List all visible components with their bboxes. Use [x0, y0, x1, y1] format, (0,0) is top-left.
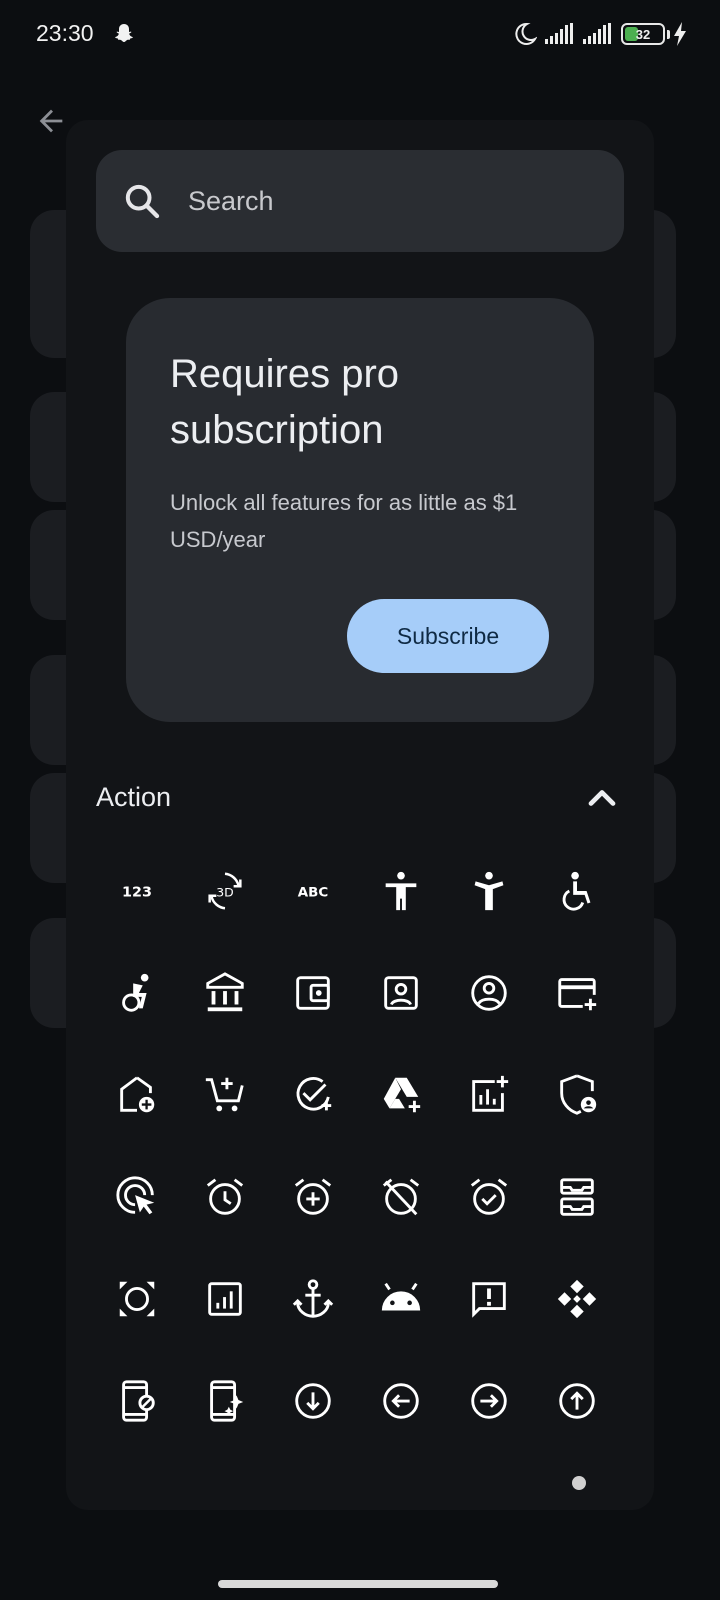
account-circle-icon — [471, 975, 507, 1011]
icon-cell[interactable] — [181, 1350, 269, 1452]
pro-title: Requires pro subscription — [170, 352, 400, 452]
icon-cell[interactable] — [93, 1248, 181, 1350]
alarm-off-icon — [382, 1178, 420, 1216]
arrow-circle-left-icon — [383, 1383, 419, 1419]
add-home-icon — [120, 1076, 155, 1113]
add-to-drive-icon — [383, 1077, 421, 1113]
icon-cell[interactable] — [357, 1248, 445, 1350]
alarm-add-icon — [294, 1178, 332, 1215]
accessible-forward-icon — [122, 973, 149, 1012]
arrow-circle-up-icon — [559, 1383, 595, 1419]
pro-subtitle: Unlock all features for as little as $1 … — [170, 490, 518, 552]
section-title: Action — [96, 782, 172, 812]
search-bar[interactable] — [96, 150, 624, 252]
anchor-icon — [292, 1279, 334, 1318]
charging-icon — [674, 22, 686, 46]
icon-cell[interactable]: 123 — [93, 840, 181, 942]
icon-cell[interactable] — [181, 1044, 269, 1146]
analytics-icon — [208, 1282, 242, 1316]
icon-cell[interactable] — [533, 1146, 621, 1248]
search-icon — [125, 184, 160, 219]
subscribe-button[interactable]: Subscribe — [347, 599, 549, 673]
icon-cell[interactable] — [357, 840, 445, 942]
alarm-on-icon — [470, 1178, 508, 1215]
icon-cell[interactable] — [357, 1044, 445, 1146]
all-out-icon — [119, 1281, 155, 1317]
icon-cell[interactable] — [445, 1248, 533, 1350]
icon-cell[interactable] — [533, 840, 621, 942]
icon-cell[interactable] — [269, 942, 357, 1044]
app-blocking-icon — [122, 1380, 155, 1422]
api-icon — [557, 1279, 597, 1319]
icon-cell[interactable] — [357, 1146, 445, 1248]
app-shortcut-icon — [210, 1380, 244, 1422]
icon-cell[interactable] — [445, 1044, 533, 1146]
add-task-icon — [296, 1077, 332, 1111]
status-bar: 23:30 32 — [0, 0, 720, 70]
status-icons: 32 — [513, 22, 670, 46]
icon-cell[interactable] — [269, 1146, 357, 1248]
icon-cell[interactable] — [181, 1248, 269, 1350]
arrow-circle-right-icon — [471, 1383, 507, 1419]
account-box-icon — [384, 976, 418, 1010]
moon-icon — [515, 22, 537, 45]
account-balance-icon — [206, 972, 244, 1012]
accessible-icon — [562, 871, 591, 911]
addchart-icon — [472, 1075, 509, 1112]
signal-icon — [583, 23, 611, 44]
3d-rotation-icon: 3D — [208, 872, 242, 910]
icon-cell[interactable] — [93, 1146, 181, 1248]
icon-cell[interactable] — [445, 942, 533, 1044]
arrow-circle-down-icon — [295, 1383, 331, 1419]
abc-glyph: ABC — [298, 886, 328, 901]
gesture-nav-handle[interactable] — [218, 1580, 498, 1588]
icon-cell[interactable] — [533, 1044, 621, 1146]
icon-cell[interactable] — [181, 942, 269, 1044]
scroll-indicator — [572, 1476, 586, 1490]
icon-cell[interactable] — [269, 1248, 357, 1350]
icon-picker-dialog: Requires pro subscription Unlock all fea… — [66, 120, 654, 1510]
icon-cell[interactable] — [445, 1350, 533, 1452]
icon-cell[interactable] — [445, 840, 533, 942]
announcement-icon — [472, 1282, 506, 1318]
abc-icon: ABC — [298, 886, 328, 901]
icon-cell[interactable] — [93, 1044, 181, 1146]
account-balance-wallet-icon — [296, 976, 330, 1010]
icon-cell[interactable] — [445, 1146, 533, 1248]
icon-cell[interactable]: ABC — [269, 840, 357, 942]
icon-cell[interactable]: 3D — [181, 840, 269, 942]
battery-icon: 32 — [621, 23, 665, 45]
back-arrow-icon[interactable] — [34, 104, 68, 138]
accessibility-icon — [385, 871, 417, 911]
123-icon: 123 — [122, 885, 152, 901]
icon-cell[interactable] — [533, 942, 621, 1044]
add-shopping-cart-icon — [205, 1077, 244, 1112]
signal-icon — [545, 23, 573, 44]
icon-cell[interactable] — [269, 1350, 357, 1452]
section-header-action[interactable]: Action — [96, 770, 624, 826]
search-input[interactable] — [188, 178, 588, 224]
icon-cell[interactable] — [269, 1044, 357, 1146]
icon-cell[interactable] — [181, 1146, 269, 1248]
all-inbox-icon — [560, 1178, 594, 1216]
icon-cell[interactable] — [357, 942, 445, 1044]
icon-cell[interactable] — [533, 1350, 621, 1452]
ads-click-icon — [116, 1176, 155, 1215]
add-card-icon — [558, 978, 597, 1011]
chevron-up-icon[interactable] — [580, 776, 624, 820]
android-icon — [381, 1282, 421, 1311]
battery-level: 32 — [635, 26, 651, 42]
icon-cell[interactable] — [93, 1350, 181, 1452]
icon-cell[interactable] — [93, 942, 181, 1044]
icon-cell[interactable] — [357, 1350, 445, 1452]
icon-cell[interactable] — [533, 1248, 621, 1350]
status-time: 23:30 — [36, 20, 94, 46]
accessibility-new-icon — [474, 871, 504, 911]
admin-panel-settings-icon — [560, 1074, 597, 1115]
pro-subscription-card: Requires pro subscription Unlock all fea… — [126, 298, 594, 722]
123-glyph: 123 — [122, 885, 152, 901]
alarm-icon — [206, 1178, 244, 1215]
snapchat-icon — [115, 24, 133, 42]
3d-glyph: 3D — [216, 885, 234, 900]
